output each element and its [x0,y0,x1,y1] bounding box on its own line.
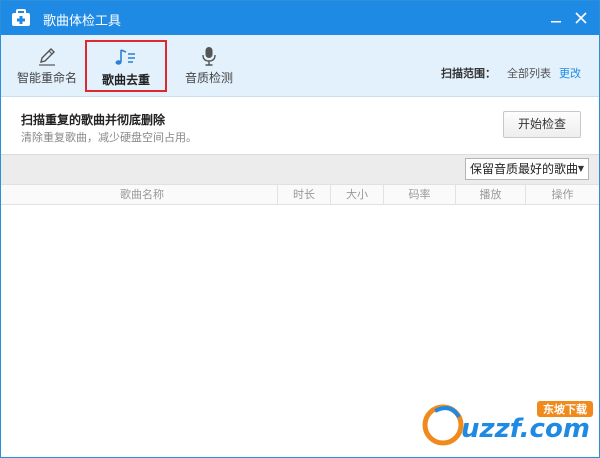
filter-bar: 保留音质最好的歌曲 ▼ [1,154,599,184]
tab-smart-rename[interactable]: 智能重命名 [13,39,81,93]
svg-text:uzzf.com: uzzf.com [461,414,590,444]
keep-policy-value: 保留音质最好的歌曲 [470,162,579,176]
toolbox-icon [12,9,30,26]
music-note-icon [115,49,135,65]
column-header-action[interactable]: 操作 [526,185,599,205]
microphone-icon [202,47,216,66]
window-title: 歌曲体检工具 [43,14,122,29]
tab-song-dedupe[interactable]: 歌曲去重 [85,40,167,92]
column-header-bitrate[interactable]: 码率 [384,185,456,205]
column-header-size[interactable]: 大小 [331,185,384,205]
app-window: 歌曲体检工具 智能重命名 歌曲去重 音质检测 扫描范围： 全部列表 更改 扫描重… [0,0,600,458]
tab-song-dedupe-label: 歌曲去重 [101,73,150,87]
section-description: 清除重复歌曲，减少硬盘空间占用。 [21,131,197,144]
pencil-icon [39,48,55,66]
tab-smart-rename-label: 智能重命名 [16,71,77,85]
title-bar: 歌曲体检工具 [1,1,599,35]
table-header: 歌曲名称 时长 大小 码率 播放 操作 [1,184,599,205]
keep-policy-select[interactable]: 保留音质最好的歌曲 ▼ [465,158,589,180]
column-header-duration[interactable]: 时长 [278,185,331,205]
section-title: 扫描重复的歌曲并彻底删除 [21,113,166,127]
svg-text:东坡下载: 东坡下载 [543,402,587,416]
scan-range-value: 全部列表 [507,67,551,80]
scan-range-change-link[interactable]: 更改 [559,65,581,81]
column-header-play[interactable]: 播放 [456,185,526,205]
start-check-button[interactable]: 开始检查 [503,111,581,138]
tab-audio-quality[interactable]: 音质检测 [177,39,241,93]
minimize-button[interactable] [547,9,565,27]
tab-audio-quality-label: 音质检测 [184,71,233,85]
scan-range-label: 扫描范围： [441,67,496,80]
minimize-icon [551,21,561,23]
close-icon [575,12,587,24]
uzzf-watermark-logo: uzzf.com 东坡下载 [422,401,593,446]
column-header-song-name[interactable]: 歌曲名称 [7,185,278,205]
close-button[interactable] [572,9,590,27]
toolbar: 智能重命名 歌曲去重 音质检测 扫描范围： 全部列表 更改 [1,35,599,97]
dropdown-arrow-icon: ▼ [577,164,584,173]
